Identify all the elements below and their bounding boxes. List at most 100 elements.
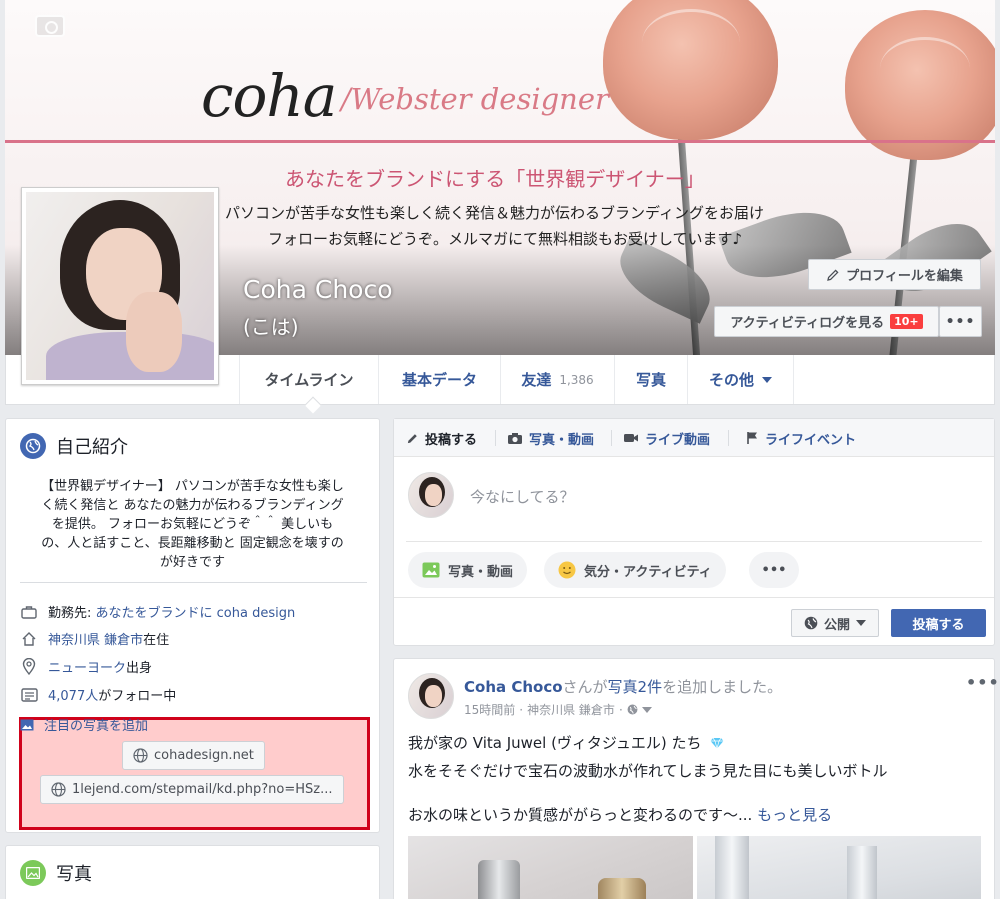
from-link[interactable]: ニューヨーク	[48, 661, 126, 676]
work-link[interactable]: あなたをブランドに coha design	[96, 606, 296, 621]
intro-divider	[20, 582, 367, 583]
intro-bio: 【世界観デザイナー】 パソコンが苦手な女性も楽し く続く発信と あなたの魅力が伝…	[20, 477, 365, 572]
tab-label: その他	[708, 371, 754, 389]
cover-tagline: あなたをブランドにする「世界観デザイナー」	[285, 167, 705, 191]
bio-line: の、人と話すこと、長距離移動と 固定観念を壊すの	[41, 536, 344, 551]
website-link[interactable]: cohadesign.net	[122, 741, 265, 770]
profile-name[interactable]: Coha Choco	[243, 275, 393, 304]
see-more-link[interactable]: もっと見る	[757, 806, 832, 824]
profile-more-button[interactable]: •••	[939, 306, 982, 337]
status-input[interactable]: 今なにしてる？	[470, 486, 575, 507]
cover-divider-line	[5, 140, 995, 143]
composer-tab-label: ライブ動画	[645, 432, 711, 448]
chevron-down-icon[interactable]	[641, 706, 652, 713]
avatar[interactable]	[408, 673, 454, 719]
post-timestamp[interactable]: 15時間前	[464, 701, 515, 718]
avatar	[26, 192, 214, 380]
composer-tabs: 投稿する 写真・動画 ライブ動画 ライフイベント	[394, 419, 994, 457]
bottle-image	[847, 846, 877, 899]
bottle-image	[598, 878, 646, 899]
flag-icon	[747, 432, 757, 444]
smiley-icon	[558, 561, 576, 579]
tab-timeline[interactable]: タイムライン	[239, 355, 378, 404]
tab-label: 基本データ	[401, 371, 477, 389]
activity-log-button[interactable]: アクティビティログを見る 10+	[714, 306, 939, 337]
post-button[interactable]: 投稿する	[891, 609, 986, 637]
bio-line: 【世界観デザイナー】 パソコンが苦手な女性も楽し	[41, 479, 344, 494]
location-pin-icon	[20, 658, 38, 676]
privacy-selector[interactable]: 公開	[791, 609, 879, 637]
image-icon	[20, 719, 34, 730]
friends-count: 1,386	[559, 372, 594, 387]
post-text: お水の味というか質感ががらっと変わるのです〜...	[408, 806, 753, 824]
globe-icon	[20, 433, 46, 459]
post-photo[interactable]	[697, 836, 981, 899]
lives-suffix: 在住	[143, 633, 170, 648]
followers-link[interactable]: 4,077人	[48, 689, 98, 704]
more-dots-icon: •••	[945, 313, 976, 330]
post-location[interactable]: 神奈川県 鎌倉市	[527, 701, 615, 718]
camera-icon[interactable]	[35, 15, 65, 37]
from-suffix: 出身	[126, 661, 153, 676]
bio-line: く続く発信と あなたの魅力が伝わるブランディング	[41, 498, 344, 513]
post-action-text: を追加しました。	[662, 678, 783, 696]
activity-log-label: アクティビティログを見る	[730, 316, 885, 331]
composer-tab-live[interactable]: ライブ動画	[623, 419, 710, 457]
photos-title: 写真	[56, 864, 92, 885]
lives-row: 神奈川県 鎌倉市在住	[20, 629, 169, 648]
profile-alternate-name: (こは)	[243, 315, 299, 339]
post-composer: 投稿する 写真・動画 ライブ動画 ライフイベント 今なにしてる？ 写真・動画 気…	[393, 418, 995, 646]
cover-subline: パソコンが苦手な女性も楽しく続く発信＆魅力が伝わるブランディングをお届け	[225, 204, 764, 222]
intro-header: 自己紹介	[20, 433, 128, 459]
lives-link[interactable]: 神奈川県 鎌倉市	[48, 633, 143, 648]
bio-line: を提供。 フォローお気軽にどうぞ＾＾ 美しいも	[51, 517, 334, 532]
website-url: cohadesign.net	[154, 748, 254, 763]
globe-icon	[133, 748, 148, 763]
feeling-activity-button[interactable]: 気分・アクティビティ	[544, 552, 726, 588]
rose-image	[603, 0, 778, 140]
work-row: 勤務先: あなたをブランドに coha design	[20, 602, 295, 621]
tab-friends[interactable]: 友達 1,386	[500, 355, 614, 404]
post-photo[interactable]	[408, 836, 693, 899]
photo-video-button[interactable]: 写真・動画	[408, 552, 528, 588]
pencil-icon	[407, 433, 417, 443]
composer-tab-photo[interactable]: 写真・動画	[507, 419, 594, 457]
composer-tab-post[interactable]: 投稿する	[406, 419, 477, 457]
edit-profile-label: プロフィールを編集	[846, 269, 963, 284]
composer-divider	[406, 541, 982, 542]
stepmail-link[interactable]: 1lejend.com/stepmail/kd.php?no=HSz...	[40, 775, 344, 804]
composer-tab-event[interactable]: ライフイベント	[746, 419, 856, 457]
profile-picture[interactable]	[21, 187, 219, 385]
pencil-icon	[827, 268, 839, 281]
intro-title: 自己紹介	[56, 437, 128, 458]
video-camera-icon	[624, 434, 638, 442]
avatar[interactable]	[408, 472, 454, 518]
post-header: Coha Chocoさんが写真2件を追加しました。	[464, 676, 782, 697]
photos-header[interactable]: 写真	[20, 860, 92, 886]
tab-photos[interactable]: 写真	[614, 355, 687, 404]
work-prefix: 勤務先:	[48, 606, 96, 621]
composer-more-button[interactable]: •••	[749, 552, 799, 588]
post-photos-link[interactable]: 写真2件	[608, 678, 663, 696]
rose-image	[845, 10, 995, 160]
tab-more[interactable]: その他	[687, 355, 794, 404]
photo-icon	[20, 860, 46, 886]
tab-label: 写真	[635, 371, 666, 389]
post-author-link[interactable]: Coha Choco	[464, 678, 563, 696]
globe-icon[interactable]	[627, 704, 638, 715]
chevron-down-icon	[856, 620, 866, 626]
stepmail-url: 1lejend.com/stepmail/kd.php?no=HSz...	[72, 782, 333, 797]
intro-card: 自己紹介 【世界観デザイナー】 パソコンが苦手な女性も楽し く続く発信と あなた…	[5, 418, 380, 833]
tab-about[interactable]: 基本データ	[378, 355, 500, 404]
feeling-activity-label: 気分・アクティビティ	[584, 564, 712, 580]
edit-profile-button[interactable]: プロフィールを編集	[808, 259, 981, 290]
post-text-line: 我が家の Vita Juwel (ヴィタジュエル) たち	[408, 732, 724, 753]
post-options-button[interactable]: •••	[966, 673, 1000, 692]
tab-label: 友達	[521, 371, 552, 389]
composer-tab-label: 投稿する	[425, 432, 478, 448]
notification-badge: 10+	[890, 314, 923, 329]
photos-card: 写真	[5, 845, 380, 899]
add-featured-photo-link[interactable]: 注目の写真を追加	[20, 715, 148, 734]
composer-tab-label: ライフイベント	[765, 432, 857, 448]
cover-brand: coha	[201, 62, 337, 130]
